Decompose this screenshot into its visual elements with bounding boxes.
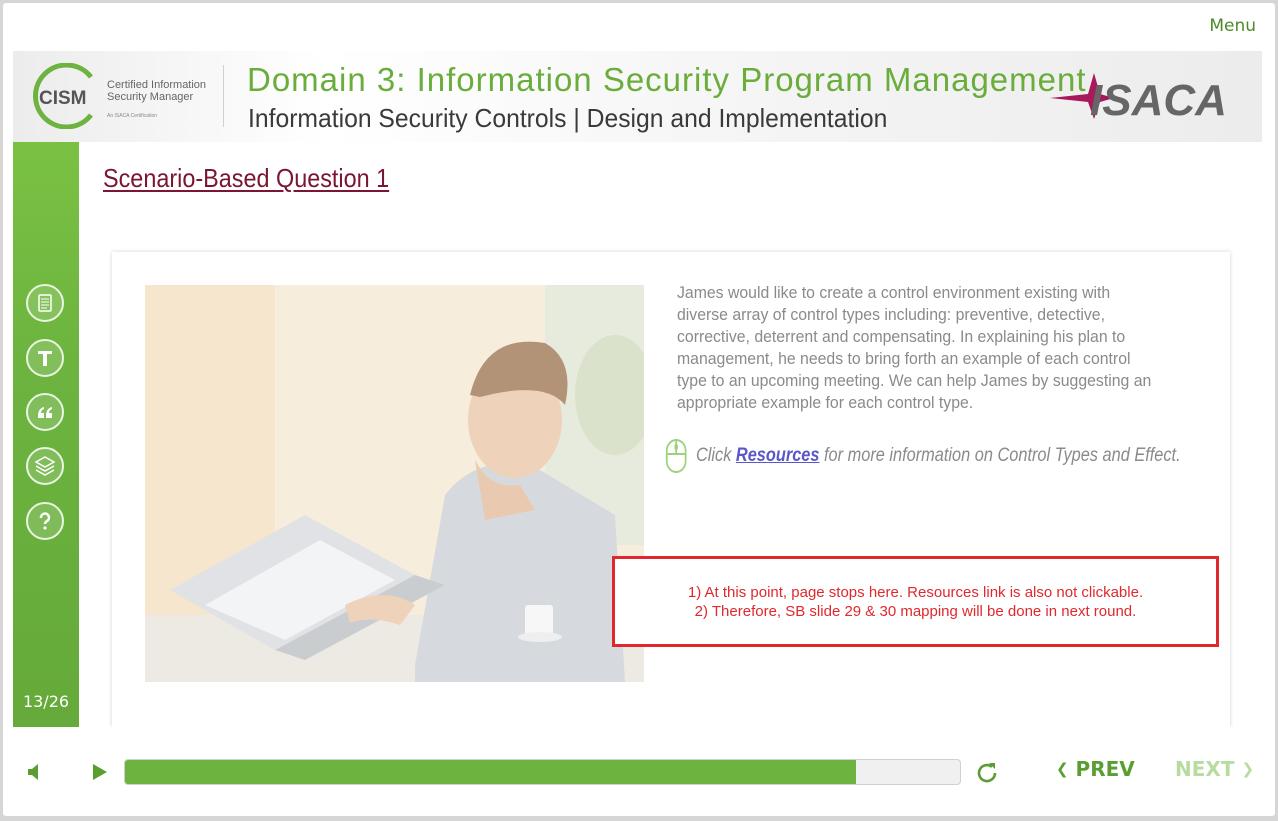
resources-icon[interactable] [26,447,64,485]
player-controls: ❮ PREV NEXT ❯ [13,727,1262,815]
cism-name: Certified Information Security Manager [107,79,206,103]
next-label: NEXT [1175,757,1235,781]
annotation-line-2: 2) Therefore, SB slide 29 & 30 mapping w… [694,602,1137,620]
resource-instruction: Click Resources for more information on … [665,438,1181,474]
progress-bar[interactable] [124,759,961,785]
progress-fill [125,760,857,784]
play-icon[interactable] [88,761,110,783]
header-divider [223,65,224,127]
prev-button[interactable]: ❮ PREV [1056,757,1135,781]
glossary-icon[interactable] [26,393,64,431]
transcript-icon[interactable] [26,339,64,377]
cism-abbr: CISM [39,88,87,109]
cism-tagline: An ISACA Certification [107,113,158,119]
cism-line-1: Certified Information [107,79,207,91]
annotation-line-1: 1) At this point, page stops here. Resou… [687,583,1144,601]
next-button[interactable]: NEXT ❯ [1175,757,1254,781]
chevron-right-icon: ❯ [1241,760,1255,778]
domain-title: Domain 3: Information Security Program M… [247,61,1087,98]
question-title[interactable]: Scenario-Based Question 1 [103,163,389,194]
cism-line-2: Security Manager [107,91,194,103]
notes-icon[interactable] [26,284,64,322]
isaca-wordmark: ISACA [1090,76,1227,123]
page-counter: 13/26 [22,692,70,711]
volume-icon[interactable] [25,761,47,783]
resource-suffix: for more information on Control Types an… [819,445,1181,467]
sidebar: 13/26 [13,142,79,727]
resources-link[interactable]: Resources [736,445,820,466]
isaca-logo: ISACA [1050,73,1227,123]
mouse-icon [665,439,687,473]
course-header: CISM Certified Information Security Mana… [13,51,1262,142]
chevron-left-icon: ❮ [1056,760,1069,778]
scenario-text: James would like to create a control env… [677,283,1152,412]
domain-subtitle: Information Security Controls | Design a… [248,103,888,133]
scenario-photo [145,285,644,682]
content-card: James would like to create a control env… [112,252,1230,727]
help-icon[interactable] [26,502,64,540]
replay-icon[interactable] [974,760,1000,786]
review-annotation: 1) At this point, page stops here. Resou… [612,556,1219,647]
resource-prefix: Click [695,445,736,467]
prev-label: PREV [1075,757,1135,781]
cism-logo: CISM [33,63,93,129]
menu-button[interactable]: Menu [1209,16,1256,36]
